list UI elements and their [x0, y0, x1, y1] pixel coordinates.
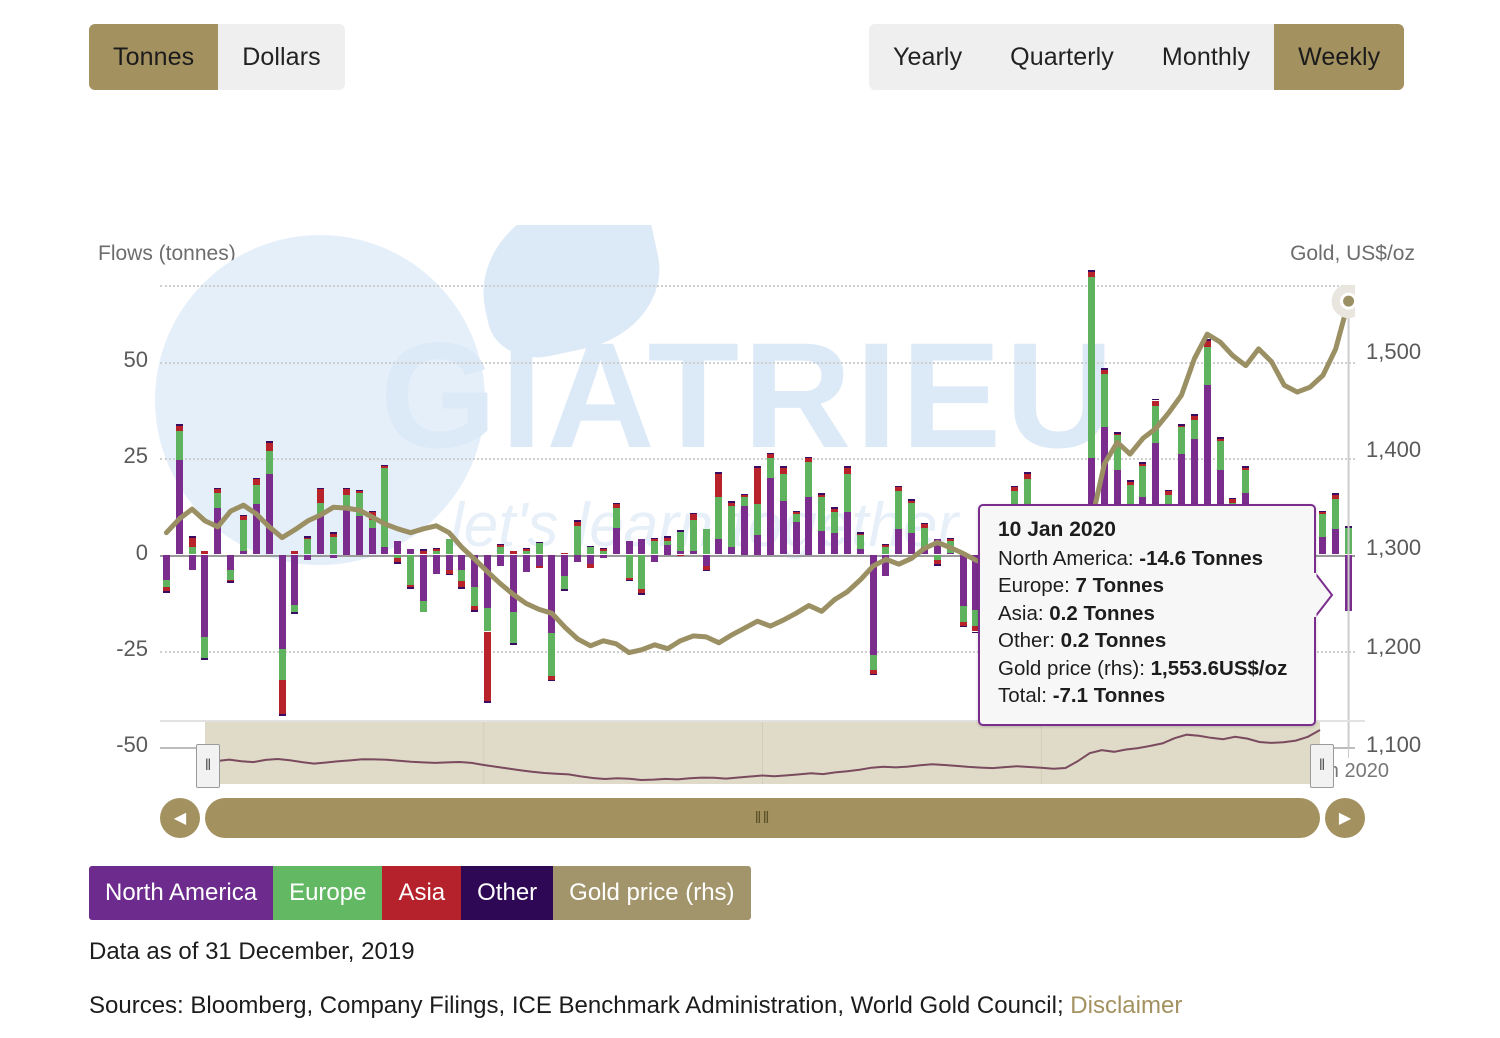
navigator-handle-left-grip: ‖ — [205, 757, 212, 775]
sources-text: Sources: Bloomberg, Company Filings, ICE… — [89, 992, 1070, 1019]
chevron-left-icon: ◀ — [174, 808, 186, 828]
tooltip-row-value: -14.6 Tonnes — [1139, 547, 1263, 570]
scroll-right-button[interactable]: ▶ — [1325, 798, 1365, 838]
navigator-scrollbar[interactable]: ◀ ‖‖ ▶ — [160, 798, 1365, 838]
tooltip-row-total: Total: -7.1 Tonnes — [998, 682, 1300, 710]
chart-container: Flows (tonnes) Gold, US$/oz GIATRIEU let… — [0, 110, 1500, 710]
tooltip-date: 10 Jan 2020 — [998, 516, 1300, 544]
range-navigator[interactable]: ‖ ‖ ◀ ‖‖ ▶ — [160, 712, 1365, 838]
tooltip-row-europe: Europe: 7 Tonnes — [998, 572, 1300, 600]
tooltip-row-label: Total: — [998, 684, 1053, 707]
scroll-left-button[interactable]: ◀ — [160, 798, 200, 838]
tooltip-rows: North America: -14.6 TonnesEurope: 7 Ton… — [998, 545, 1300, 710]
right-axis-tick: 1,200 — [1366, 634, 1500, 660]
right-axis-tick: 1,400 — [1366, 437, 1500, 463]
tooltip-row-value: 0.2 Tonnes — [1049, 602, 1155, 625]
scrollbar-grip-icon: ‖‖ — [754, 808, 770, 828]
navigator-handle-left[interactable]: ‖ — [196, 744, 220, 788]
frequency-toolbar[interactable]: YearlyQuarterlyMonthlyWeekly — [869, 24, 1404, 90]
legend-item-ot[interactable]: Other — [461, 866, 553, 920]
legend-item-as[interactable]: Asia — [382, 866, 461, 920]
unit-toolbar[interactable]: TonnesDollars — [89, 24, 345, 90]
frequency-button-monthly[interactable]: Monthly — [1138, 24, 1274, 90]
left-axis-caption: Flows (tonnes) — [98, 242, 236, 266]
disclaimer-link[interactable]: Disclaimer — [1070, 992, 1182, 1019]
bar-segment-ot — [1088, 270, 1095, 272]
chart-legend[interactable]: North AmericaEuropeAsiaOtherGold price (… — [89, 866, 751, 920]
right-axis-caption: Gold, US$/oz — [1290, 242, 1415, 266]
tooltip-row-value: 0.2 Tonnes — [1061, 629, 1167, 652]
left-axis-tick: 25 — [28, 443, 148, 469]
left-axis-tick: -50 — [28, 732, 148, 758]
navigator-handle-right-grip: ‖ — [1319, 757, 1326, 775]
frequency-button-weekly[interactable]: Weekly — [1274, 24, 1404, 90]
tooltip-row-label: North America: — [998, 547, 1139, 570]
tooltip-pointer — [1314, 572, 1336, 618]
sources-label: Sources: Bloomberg, Company Filings, ICE… — [89, 992, 1182, 1020]
tooltip-row-northamerica: North America: -14.6 Tonnes — [998, 545, 1300, 573]
unit-button-tonnes[interactable]: Tonnes — [89, 24, 218, 90]
chevron-right-icon: ▶ — [1339, 808, 1351, 828]
tooltip-row-label: Europe: — [998, 574, 1076, 597]
navigator-sparkline — [160, 722, 1365, 784]
right-axis-tick: 1,500 — [1366, 339, 1500, 365]
tooltip-row-value: 7 Tonnes — [1076, 574, 1164, 597]
tooltip-row-value: 1,553.6US$/oz — [1151, 657, 1288, 680]
legend-item-gp[interactable]: Gold price (rhs) — [553, 866, 750, 920]
last-point-marker[interactable] — [1342, 294, 1355, 308]
left-axis-tick: -25 — [28, 636, 148, 662]
bar-segment-as — [1088, 272, 1095, 278]
tooltip-row-value: -7.1 Tonnes — [1053, 684, 1165, 707]
navigator-handle-right[interactable]: ‖ — [1310, 744, 1334, 788]
legend-item-eu[interactable]: Europe — [273, 866, 382, 920]
tooltip-row-label: Gold price (rhs): — [998, 657, 1151, 680]
frequency-button-quarterly[interactable]: Quarterly — [986, 24, 1138, 90]
left-axis-tick: 0 — [28, 540, 148, 566]
right-axis-tick: 1,100 — [1366, 732, 1500, 758]
left-axis-tick: 50 — [28, 347, 148, 373]
unit-button-dollars[interactable]: Dollars — [218, 24, 345, 90]
tooltip-row-label: Other: — [998, 629, 1061, 652]
tooltip-row-other: Other: 0.2 Tonnes — [998, 627, 1300, 655]
tooltip-row-label: Asia: — [998, 602, 1049, 625]
legend-item-na[interactable]: North America — [89, 866, 273, 920]
frequency-button-yearly[interactable]: Yearly — [869, 24, 986, 90]
chart-tooltip: 10 Jan 2020 North America: -14.6 TonnesE… — [978, 504, 1316, 726]
tooltip-row-asia: Asia: 0.2 Tonnes — [998, 600, 1300, 628]
scrollbar-thumb[interactable]: ‖‖ — [205, 798, 1320, 838]
tooltip-row-goldpricerhs: Gold price (rhs): 1,553.6US$/oz — [998, 655, 1300, 683]
data-as-of-label: Data as of 31 December, 2019 — [89, 938, 415, 966]
right-axis-tick: 1,300 — [1366, 535, 1500, 561]
